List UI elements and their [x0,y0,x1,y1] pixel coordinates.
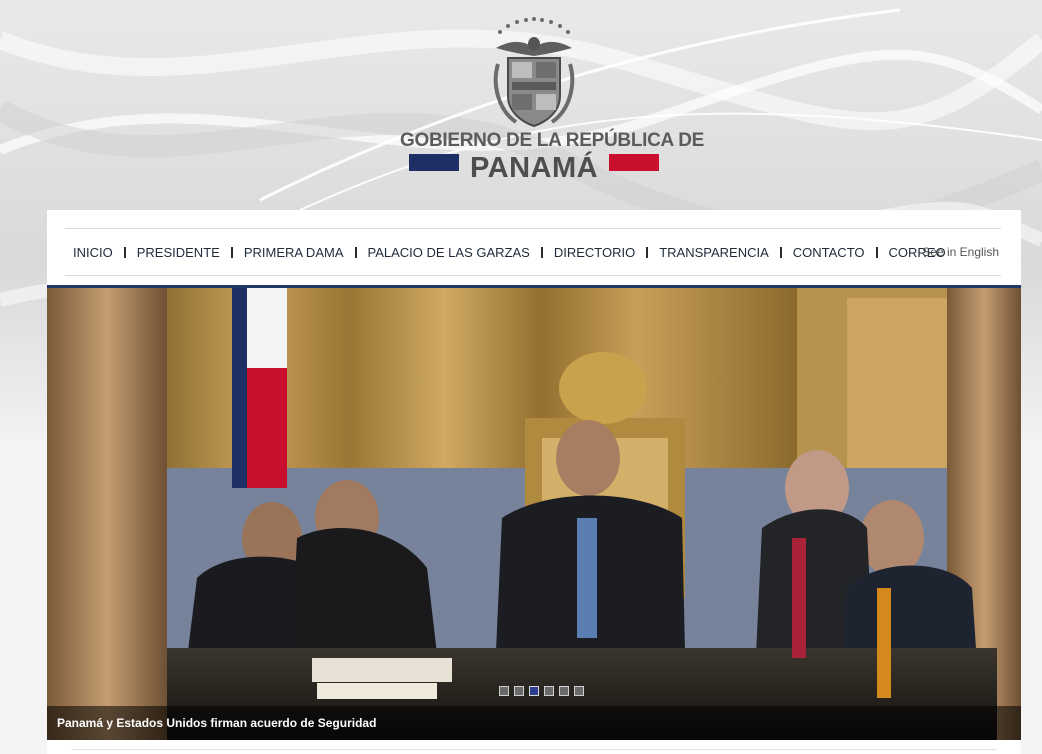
nav-item-presidente[interactable]: PRESIDENTE [137,245,244,260]
slide-dot-3[interactable] [529,686,539,696]
nav-item-contacto[interactable]: CONTACTO [793,245,889,260]
slide-photo [47,288,1021,740]
see-in-english-link[interactable]: See in English [922,229,999,275]
slide-dot-4[interactable] [544,686,554,696]
content-panel: INICIO PRESIDENTE PRIMERA DAMA PALACIO D… [47,210,1021,754]
nav-item-label: TRANSPARENCIA [659,244,769,260]
nav-separator [354,246,357,258]
news-slider[interactable]: Panamá y Estados Unidos firman acuerdo d… [47,285,1021,740]
nav-separator [646,246,649,258]
nav-separator [540,246,543,258]
nav-separator [875,246,878,258]
nav-item-palacio-de-las-garzas[interactable]: PALACIO DE LAS GARZAS [368,245,554,260]
government-logo[interactable]: GOBIERNO DE LA REPÚBLICA DE PANAMÁ [400,14,705,184]
slide-dot-5[interactable] [559,686,569,696]
main-navigation: INICIO PRESIDENTE PRIMERA DAMA PALACIO D… [65,228,1001,276]
nav-item-label: PRESIDENTE [136,244,220,260]
nav-separator [779,246,782,258]
slide-caption[interactable]: Panamá y Estados Unidos firman acuerdo d… [47,706,1021,740]
nav-item-label: CONTACTO [792,244,865,260]
slide-dot-6[interactable] [574,686,584,696]
nav-item-transparencia[interactable]: TRANSPARENCIA [659,245,793,260]
nav-item-primera-dama[interactable]: PRIMERA DAMA [244,245,368,260]
flag-red-bar [609,154,659,171]
slide-dot-1[interactable] [499,686,509,696]
logo-title-line1: GOBIERNO DE LA REPÚBLICA DE [400,130,705,151]
nav-item-directorio[interactable]: DIRECTORIO [554,245,659,260]
nav-item-label: PALACIO DE LAS GARZAS [367,244,530,260]
slide-dot-2[interactable] [514,686,524,696]
nav-separator [230,246,233,258]
divider [71,749,997,750]
nav-item-label: INICIO [73,244,113,260]
panama-coat-of-arms-icon [493,17,575,128]
nav-item-label: PRIMERA DAMA [243,244,344,260]
nav-item-inicio[interactable]: INICIO [73,245,137,260]
nav-separator [123,246,126,258]
nav-item-label: DIRECTORIO [553,244,636,260]
slider-pagination [499,686,584,696]
